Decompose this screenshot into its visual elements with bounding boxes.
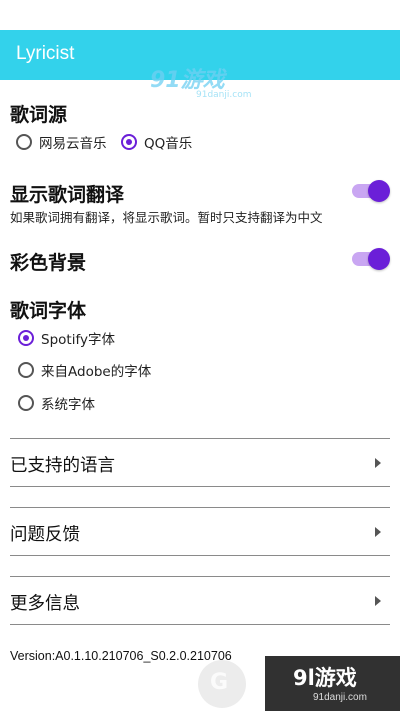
divider: [10, 555, 390, 556]
switch-knob[interactable]: [368, 180, 390, 202]
radio-label: QQ音乐: [144, 136, 193, 152]
radio-label: 网易云音乐: [39, 136, 107, 152]
switch-knob[interactable]: [368, 248, 390, 270]
radio-circle[interactable]: [121, 134, 137, 150]
divider: [10, 624, 390, 625]
lyrics-source-title: 歌词源: [10, 104, 68, 126]
chevron-right-icon: [375, 596, 381, 606]
divider: [10, 486, 390, 487]
radio-label: Spotify字体: [41, 332, 115, 348]
radio-font-adobe[interactable]: 来自Adobe的字体: [18, 360, 151, 380]
radio-circle[interactable]: [18, 362, 34, 378]
menu-label: 已支持的语言: [10, 456, 115, 476]
radio-circle[interactable]: [18, 330, 34, 346]
divider: [10, 576, 390, 577]
menu-label: 问题反馈: [10, 525, 80, 545]
watermark-bottom-sub: 91danji.com: [313, 692, 367, 703]
watermark-bottom-text: 9l游戏: [293, 666, 357, 690]
watermark-logo: G: [198, 660, 246, 708]
lyrics-font-title: 歌词字体: [10, 300, 87, 322]
radio-label: 系统字体: [41, 397, 95, 413]
radio-circle[interactable]: [16, 134, 32, 150]
chevron-right-icon: [375, 527, 381, 537]
menu-feedback[interactable]: 问题反馈: [0, 509, 400, 555]
radio-qq-music[interactable]: QQ音乐: [121, 132, 192, 152]
watermark-bottom: 9l游戏 91danji.com: [265, 656, 400, 711]
show-translation-switch[interactable]: [352, 180, 390, 202]
color-background-switch[interactable]: [352, 248, 390, 270]
version-text: Version:A0.1.10.210706_S0.2.0.210706: [10, 649, 232, 663]
radio-netease[interactable]: 网易云音乐: [16, 132, 107, 152]
menu-more-info[interactable]: 更多信息: [0, 578, 400, 624]
show-translation-title: 显示歌词翻译: [10, 184, 125, 206]
chevron-right-icon: [375, 458, 381, 468]
radio-label: 来自Adobe的字体: [41, 364, 152, 380]
watermark-logo-letter: G: [210, 670, 229, 695]
radio-font-spotify[interactable]: Spotify字体: [18, 328, 115, 348]
menu-supported-languages[interactable]: 已支持的语言: [0, 440, 400, 486]
watermark-top-sub: 91danji.com: [196, 90, 252, 100]
divider: [10, 438, 390, 439]
radio-circle[interactable]: [18, 395, 34, 411]
menu-label: 更多信息: [10, 594, 80, 614]
show-translation-description: 如果歌词拥有翻译，将显示歌词。暂时只支持翻译为中文: [10, 210, 323, 225]
app-title: Lyricist: [16, 43, 75, 64]
radio-font-system[interactable]: 系统字体: [18, 393, 95, 413]
divider: [10, 507, 390, 508]
color-background-title: 彩色背景: [10, 252, 87, 274]
